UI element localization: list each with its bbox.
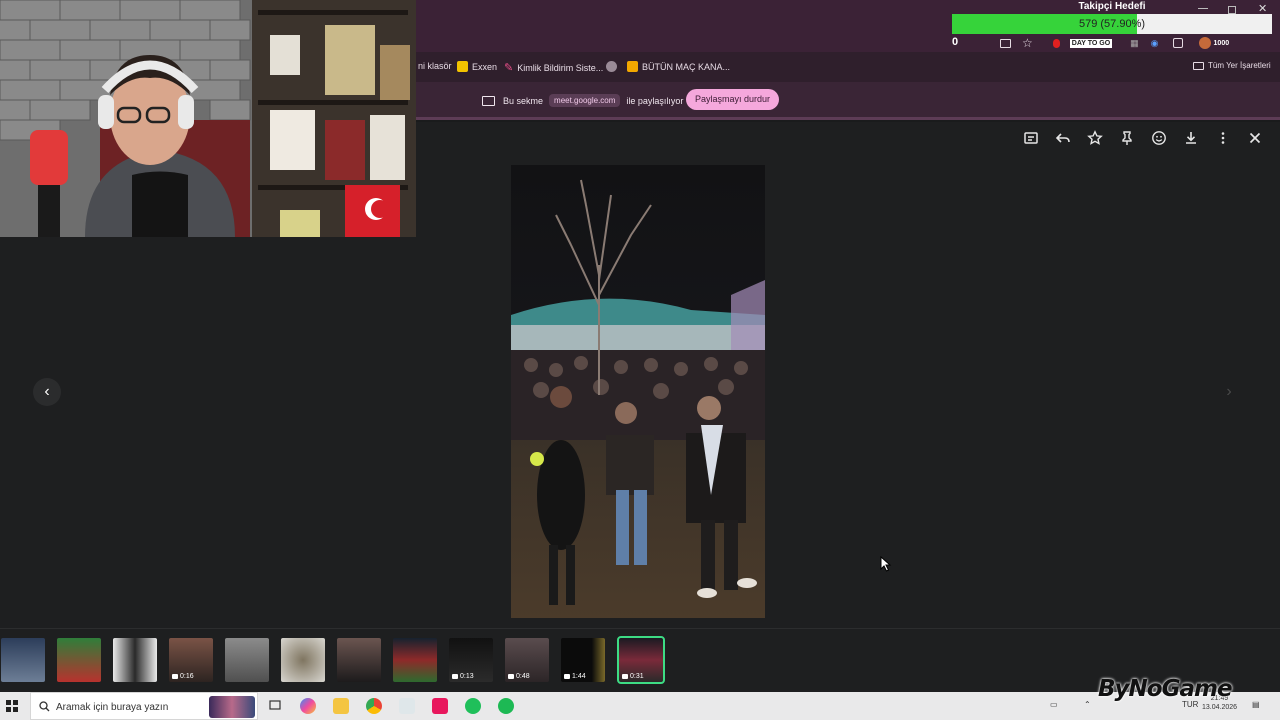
bynogame-watermark: ByNoGame: [1098, 676, 1233, 702]
bookmark-star-icon[interactable]: ☆: [1022, 36, 1033, 50]
video-icon: [508, 674, 514, 679]
thumbnail-7[interactable]: [337, 638, 381, 682]
sharing-notice: Bu sekme meet.google.com ile paylaşılıyo…: [482, 94, 683, 107]
shared-domain: meet.google.com: [549, 94, 621, 107]
pin-icon[interactable]: [1118, 130, 1136, 148]
video-icon: [452, 674, 458, 679]
emoji-icon[interactable]: [1150, 130, 1168, 148]
more-icon[interactable]: [1214, 130, 1232, 148]
media-photo[interactable]: [511, 165, 765, 618]
minimize-button[interactable]: [1198, 8, 1208, 9]
red-app-icon[interactable]: [432, 698, 448, 714]
profile-count: 1000: [1213, 39, 1230, 47]
viewer-toolbar: [1022, 130, 1264, 148]
star-icon[interactable]: [1086, 130, 1104, 148]
video-icon: [564, 674, 570, 679]
previous-media-button[interactable]: ‹: [33, 378, 61, 406]
thumbnail-6[interactable]: [281, 638, 325, 682]
bookmark-globe[interactable]: [606, 61, 617, 72]
bookmark-kimlik[interactable]: ✎ Kimlik Bildirim Siste...: [504, 61, 603, 74]
thumbnail-5[interactable]: [225, 638, 269, 682]
all-bookmarks[interactable]: Tüm Yer İşaretleri: [1193, 61, 1271, 70]
search-highlight-image: [209, 696, 255, 718]
tray-chevron-icon[interactable]: ⌃: [1084, 700, 1091, 709]
maximize-button[interactable]: [1228, 6, 1236, 14]
start-button[interactable]: [6, 700, 18, 712]
day-to-go-extension[interactable]: DAY TO GO: [1069, 38, 1113, 48]
spotify-icon[interactable]: [498, 698, 514, 714]
extension-blue-icon[interactable]: ◉: [1151, 38, 1159, 49]
bookmark-exxen[interactable]: Exxen: [457, 61, 497, 72]
taskbar-search[interactable]: Aramak için buraya yazın: [30, 692, 258, 720]
thumbnail-4[interactable]: 0:16: [169, 638, 213, 682]
jp-icon: [627, 61, 638, 72]
chrome-icon[interactable]: [366, 698, 382, 714]
extension-gray-icon[interactable]: ▦: [1130, 38, 1139, 49]
thumbnail-11[interactable]: 1:44: [561, 638, 605, 682]
caption-icon[interactable]: [1022, 130, 1040, 148]
bookmark-butun-mac[interactable]: BÜTÜN MAÇ KANA...: [627, 61, 730, 72]
stop-sharing-button[interactable]: Paylaşmayı durdur: [686, 89, 780, 110]
file-explorer-icon[interactable]: [333, 698, 349, 714]
screen-share-icon: [482, 95, 495, 106]
mouse-cursor-icon: [880, 556, 892, 572]
follower-goal-title: Takipçi Hedefi: [1078, 1, 1146, 12]
filmstrip-divider: [0, 628, 1280, 629]
pen-app-icon[interactable]: [399, 698, 415, 714]
extensions-puzzle-icon[interactable]: [1172, 38, 1183, 48]
download-icon[interactable]: [1182, 130, 1200, 148]
browser-toolbar-icons: ☆ DAY TO GO ▦ ◉ 1000: [1000, 36, 1229, 50]
thumbnail-3[interactable]: [113, 638, 157, 682]
kimlik-icon: ✎: [504, 62, 514, 74]
thumbnail-12-selected[interactable]: 0:31: [617, 636, 665, 684]
webcam-overlay: [0, 0, 416, 237]
keyboard-icon[interactable]: ▭: [1050, 700, 1058, 709]
green-app-icon[interactable]: [465, 698, 481, 714]
windows-taskbar: Aramak için buraya yazın ▭ ⌃ TUR 21:49 1…: [0, 692, 1280, 720]
copilot-icon[interactable]: [300, 698, 316, 714]
thumbnail-8[interactable]: [393, 638, 437, 682]
extension-red-icon[interactable]: [1052, 38, 1060, 48]
follower-goal-extra: 0: [952, 36, 959, 48]
search-icon: [39, 701, 50, 712]
thumbnail-2[interactable]: [57, 638, 101, 682]
thumbnail-9[interactable]: 0:13: [449, 638, 493, 682]
profile-avatar[interactable]: [1198, 37, 1211, 49]
bookmark-klasor[interactable]: ni klasör: [418, 61, 452, 71]
thumbnail-1[interactable]: [1, 638, 45, 682]
cast-icon[interactable]: [1000, 38, 1011, 48]
video-icon: [172, 674, 178, 679]
globe-icon: [606, 61, 617, 72]
screen: ☆ DAY TO GO ▦ ◉ 1000 ✕ ni klasör Exxen ✎…: [0, 0, 1280, 720]
folder-icon: [1193, 61, 1204, 70]
task-view-icon[interactable]: [268, 698, 284, 714]
reply-icon[interactable]: [1054, 130, 1072, 148]
exxen-icon: [457, 61, 468, 72]
follower-goal-bar: 579 (57.90%): [952, 14, 1272, 34]
follower-goal-text: 579 (57.90%): [1078, 18, 1146, 30]
thumbnail-10[interactable]: 0:48: [505, 638, 549, 682]
close-icon[interactable]: [1246, 130, 1264, 148]
notifications-icon[interactable]: ▤: [1252, 700, 1260, 709]
video-icon: [622, 674, 628, 679]
next-media-button[interactable]: ›: [1218, 378, 1240, 406]
